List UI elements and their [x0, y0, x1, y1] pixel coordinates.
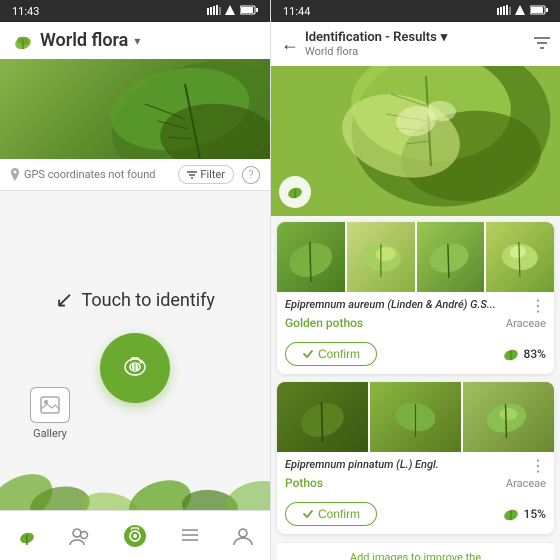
- result-img-2c: [463, 382, 554, 452]
- right-panel: 11:44 ← Identification - Results ▾ World…: [270, 0, 560, 560]
- result-common-1: Golden pothos: [285, 316, 363, 330]
- identify-area: ↙ Touch to identify: [0, 191, 270, 560]
- confidence-value-1: 83%: [524, 347, 546, 361]
- title-chevron-left[interactable]: ▾: [134, 34, 140, 48]
- confirm-button-1[interactable]: Confirm: [285, 342, 377, 366]
- status-bar-right: 11:44: [271, 0, 560, 22]
- result-info-1: Epipremnum aureum (Linden & André) G.S..…: [277, 292, 554, 336]
- gps-text: GPS coordinates not found: [24, 168, 156, 181]
- help-button[interactable]: ?: [242, 166, 260, 184]
- hero-image: [0, 59, 270, 159]
- bottom-leaves-svg: [0, 430, 270, 510]
- confirm-row-1: Confirm 83%: [277, 336, 554, 374]
- add-images-text: Add images to improve the: [350, 551, 481, 560]
- gallery-icon-box: [30, 387, 70, 423]
- status-bar-left: 11:43: [0, 0, 270, 22]
- confirm-button-2[interactable]: Confirm: [285, 502, 377, 526]
- nav-profile[interactable]: [232, 525, 254, 547]
- header-right: ← Identification - Results ▾ World flora: [271, 22, 560, 66]
- result-common-row-2: Pothos Araceae: [285, 476, 546, 490]
- app-logo-left: [12, 31, 34, 51]
- result-card-2: Epipremnum pinnatum (L.) Engl. ⋮ Pothos …: [277, 382, 554, 534]
- result-img-2a: [277, 382, 368, 452]
- result-name-row-2: Epipremnum pinnatum (L.) Engl. ⋮: [285, 458, 546, 474]
- results-filter-icon: [534, 36, 550, 50]
- filter-button[interactable]: Filter: [178, 165, 234, 184]
- result-common-row-1: Golden pothos Araceae: [285, 316, 546, 330]
- leaf-indicator-icon: [286, 184, 304, 200]
- checkmark-icon-1: [302, 348, 314, 360]
- plant-photo: [271, 66, 560, 216]
- confidence-value-2: 15%: [524, 507, 546, 521]
- help-label: ?: [248, 168, 253, 181]
- leaf-confidence-icon-2: [502, 506, 520, 522]
- location-icon: [10, 168, 20, 181]
- profile-nav-icon: [232, 525, 254, 547]
- result-common-2: Pothos: [285, 476, 323, 490]
- plant-leaf-indicator: [279, 176, 311, 208]
- gallery-icon: [40, 396, 60, 414]
- bottom-leaves: [0, 430, 270, 510]
- left-panel: 11:43 World flora ▾ GPS: [0, 0, 270, 560]
- header-title-text: Identification - Results: [305, 30, 437, 45]
- back-button[interactable]: ←: [281, 34, 299, 55]
- status-icons-right: [497, 5, 548, 18]
- nav-list[interactable]: [179, 525, 201, 547]
- confidence-badge-2: 15%: [502, 506, 546, 522]
- plant-photo-svg: [271, 66, 560, 216]
- gps-status: GPS coordinates not found: [10, 168, 156, 181]
- filter-label: Filter: [200, 168, 225, 181]
- results-scroll[interactable]: Epipremnum aureum (Linden & André) G.S..…: [271, 216, 560, 560]
- status-icons-left: [207, 5, 258, 18]
- nav-camera[interactable]: [123, 524, 147, 548]
- filter-bar: GPS coordinates not found Filter ?: [0, 159, 270, 191]
- confirm-label-1: Confirm: [318, 347, 360, 361]
- time-right: 11:44: [283, 5, 310, 18]
- result-name-row-1: Epipremnum aureum (Linden & André) G.S..…: [285, 298, 546, 314]
- confidence-badge-1: 83%: [502, 346, 546, 362]
- result-img-2b: [370, 382, 461, 452]
- plant-nav-icon: [16, 525, 38, 547]
- result-img-1d: [486, 222, 554, 292]
- camera-button[interactable]: [100, 333, 170, 403]
- result-info-2: Epipremnum pinnatum (L.) Engl. ⋮ Pothos …: [277, 452, 554, 496]
- result-images-1: [277, 222, 554, 292]
- nav-plant[interactable]: [16, 525, 38, 547]
- result-scientific-1: Epipremnum aureum (Linden & André) G.S..…: [285, 298, 530, 312]
- confirm-row-2: Confirm 15%: [277, 496, 554, 534]
- arrow-curve-icon: ↙: [55, 288, 73, 313]
- result-images-2: [277, 382, 554, 452]
- camera-icon: [120, 353, 150, 383]
- identify-label: Touch to identify: [82, 290, 215, 311]
- result-more-1[interactable]: ⋮: [530, 298, 546, 314]
- camera-nav-icon: [123, 524, 147, 548]
- result-img-1b: [347, 222, 415, 292]
- add-images-bar[interactable]: Add images to improve the: [277, 542, 554, 560]
- result-more-2[interactable]: ⋮: [530, 458, 546, 474]
- nav-community[interactable]: [69, 525, 91, 547]
- bottom-nav-left: [0, 510, 270, 560]
- header-title-block: Identification - Results ▾ World flora: [305, 30, 528, 58]
- leaf-confidence-icon-1: [502, 346, 520, 362]
- header-title: Identification - Results ▾: [305, 30, 528, 45]
- result-card-1: Epipremnum aureum (Linden & André) G.S..…: [277, 222, 554, 374]
- list-nav-icon: [179, 525, 201, 547]
- result-img-1a: [277, 222, 345, 292]
- checkmark-icon-2: [302, 508, 314, 520]
- result-family-1: Araceae: [506, 317, 546, 330]
- result-img-1c: [417, 222, 485, 292]
- community-nav-icon: [69, 525, 91, 547]
- app-title: World flora: [40, 30, 128, 51]
- result-scientific-2: Epipremnum pinnatum (L.) Engl.: [285, 458, 530, 472]
- hero-leaf-svg: [0, 59, 270, 159]
- filter-icon: [187, 171, 197, 179]
- result-family-2: Araceae: [506, 477, 546, 490]
- header-left: World flora ▾: [0, 22, 270, 59]
- time-left: 11:43: [12, 5, 39, 18]
- touch-to-identify-text: ↙ Touch to identify: [55, 288, 215, 313]
- header-subtitle: World flora: [305, 45, 528, 58]
- title-chevron-right[interactable]: ▾: [441, 30, 448, 45]
- confirm-label-2: Confirm: [318, 507, 360, 521]
- filter-icon-right[interactable]: [534, 35, 550, 54]
